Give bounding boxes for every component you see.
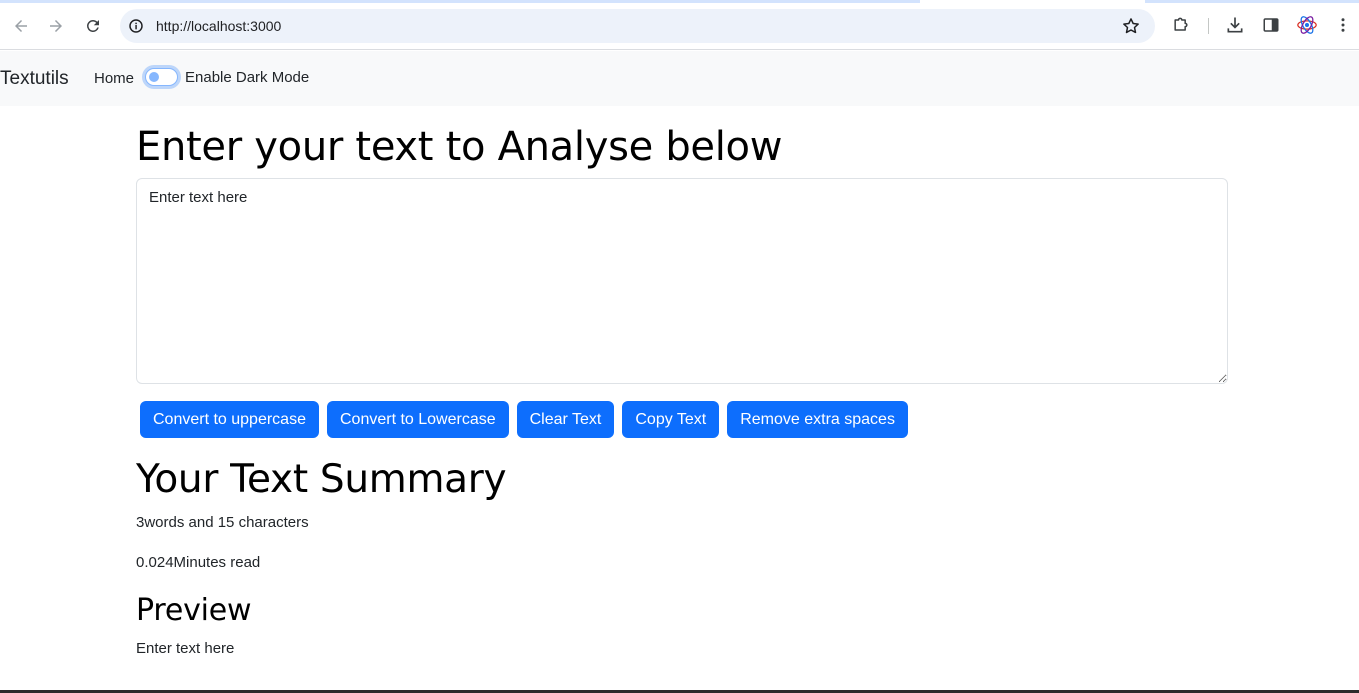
back-icon xyxy=(15,20,27,32)
browser-toolbar: http://localhost:3000 xyxy=(0,0,1359,50)
preview-text: Enter text here xyxy=(136,640,235,657)
side-panel-icon[interactable] xyxy=(1260,14,1282,36)
profile-icon[interactable] xyxy=(1296,14,1318,36)
toolbar-divider xyxy=(1208,18,1209,34)
nav-link-home[interactable]: Home xyxy=(94,70,134,87)
text-input[interactable]: Enter text here xyxy=(136,178,1228,384)
url-text: http://localhost:3000 xyxy=(156,18,282,34)
site-info-icon[interactable] xyxy=(128,18,144,34)
app-navbar: Textutils Home Enable Dark Mode xyxy=(0,51,1359,106)
dark-mode-label[interactable]: Enable Dark Mode xyxy=(185,69,309,86)
copy-text-button[interactable]: Copy Text xyxy=(622,401,720,438)
clear-text-button[interactable]: Clear Text xyxy=(516,401,615,438)
reload-button[interactable] xyxy=(79,12,107,40)
downloads-icon[interactable] xyxy=(1224,14,1246,36)
extensions-icon[interactable] xyxy=(1170,14,1192,36)
address-bar[interactable]: http://localhost:3000 xyxy=(120,9,1155,43)
action-buttons: Convert to uppercase Convert to Lowercas… xyxy=(140,401,908,438)
tab-strip-right xyxy=(1145,0,1359,3)
forward-icon xyxy=(50,20,62,32)
forward-button[interactable] xyxy=(42,12,70,40)
back-button[interactable] xyxy=(7,12,35,40)
remove-spaces-button[interactable]: Remove extra spaces xyxy=(727,401,908,438)
uppercase-button[interactable]: Convert to uppercase xyxy=(140,401,319,438)
read-time: 0.024Minutes read xyxy=(136,554,261,571)
word-char-count: 3words and 15 characters xyxy=(136,514,309,531)
dark-mode-switch[interactable] xyxy=(145,68,178,86)
summary-heading: Your Text Summary xyxy=(136,457,507,502)
tab-strip xyxy=(0,0,920,3)
switch-knob xyxy=(149,72,159,82)
navbar-brand[interactable]: Textutils xyxy=(0,68,69,90)
bookmark-star-icon[interactable] xyxy=(1121,16,1141,36)
page-title: Enter your text to Analyse below xyxy=(136,124,783,170)
reload-icon xyxy=(86,19,99,32)
preview-heading: Preview xyxy=(136,593,252,628)
lowercase-button[interactable]: Convert to Lowercase xyxy=(326,401,509,438)
menu-icon[interactable] xyxy=(1332,14,1354,36)
